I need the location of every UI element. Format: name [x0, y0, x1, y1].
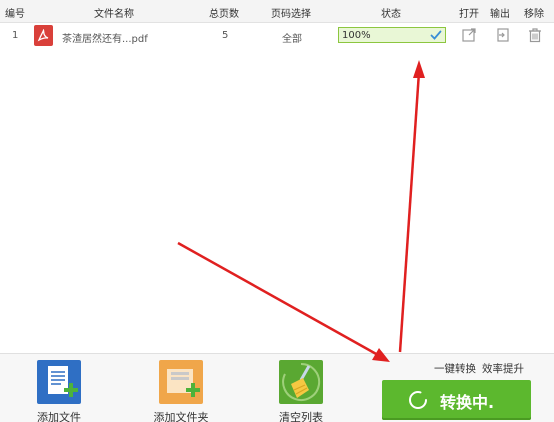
- pdf-icon: [34, 25, 53, 46]
- status-percent: 100%: [342, 30, 371, 41]
- add-folder-button[interactable]: 添加文件夹: [141, 360, 221, 422]
- convert-button-label: 转换中.: [440, 393, 495, 412]
- column-header-page-selection: 页码选择: [271, 9, 311, 20]
- bottom-toolbar: 添加文件 添加文件夹 清空列表 一键转换 效率提升 转换中.: [0, 353, 554, 422]
- checkmark-icon: [430, 30, 442, 40]
- column-header-open: 打开: [459, 9, 479, 20]
- file-list-area[interactable]: [0, 50, 554, 353]
- convert-button[interactable]: 转换中.: [382, 380, 531, 420]
- clear-list-button[interactable]: 清空列表: [261, 360, 341, 422]
- row-page-selection[interactable]: 全部: [282, 30, 302, 45]
- output-icon[interactable]: [495, 27, 511, 43]
- slogan-one-click: 一键转换: [434, 363, 476, 375]
- add-file-icon: [37, 360, 81, 404]
- clear-list-label: 清空列表: [279, 411, 323, 422]
- add-file-label: 添加文件: [37, 411, 81, 422]
- slogan-efficiency: 效率提升: [482, 363, 524, 375]
- table-header: 编号 文件名称 总页数 页码选择 状态 打开 输出 移除: [0, 0, 554, 23]
- status-progress-bar: 100%: [338, 27, 446, 43]
- converter-window: 编号 文件名称 总页数 页码选择 状态 打开 输出 移除 1 茶渣居然还有...…: [0, 0, 554, 422]
- row-filename: 茶渣居然还有...pdf: [62, 34, 148, 45]
- slogan: 一键转换 效率提升: [434, 361, 524, 376]
- add-folder-label: 添加文件夹: [153, 411, 209, 422]
- open-external-icon[interactable]: [461, 27, 477, 43]
- add-file-button[interactable]: 添加文件: [19, 360, 99, 422]
- add-folder-icon: [159, 360, 203, 404]
- row-pages: 5: [222, 30, 229, 41]
- table-row[interactable]: 1 茶渣居然还有...pdf 5 全部 100%: [0, 22, 554, 50]
- row-index: 1: [12, 30, 19, 41]
- column-header-remove: 移除: [524, 9, 544, 20]
- column-header-pages: 总页数: [209, 9, 239, 20]
- column-header-filename: 文件名称: [94, 9, 134, 20]
- broom-icon: [279, 360, 323, 404]
- loading-spinner-icon: [409, 391, 427, 409]
- column-header-output: 输出: [490, 9, 510, 20]
- column-header-status: 状态: [381, 9, 401, 20]
- column-header-index: 编号: [5, 9, 25, 20]
- trash-icon[interactable]: [527, 27, 543, 43]
